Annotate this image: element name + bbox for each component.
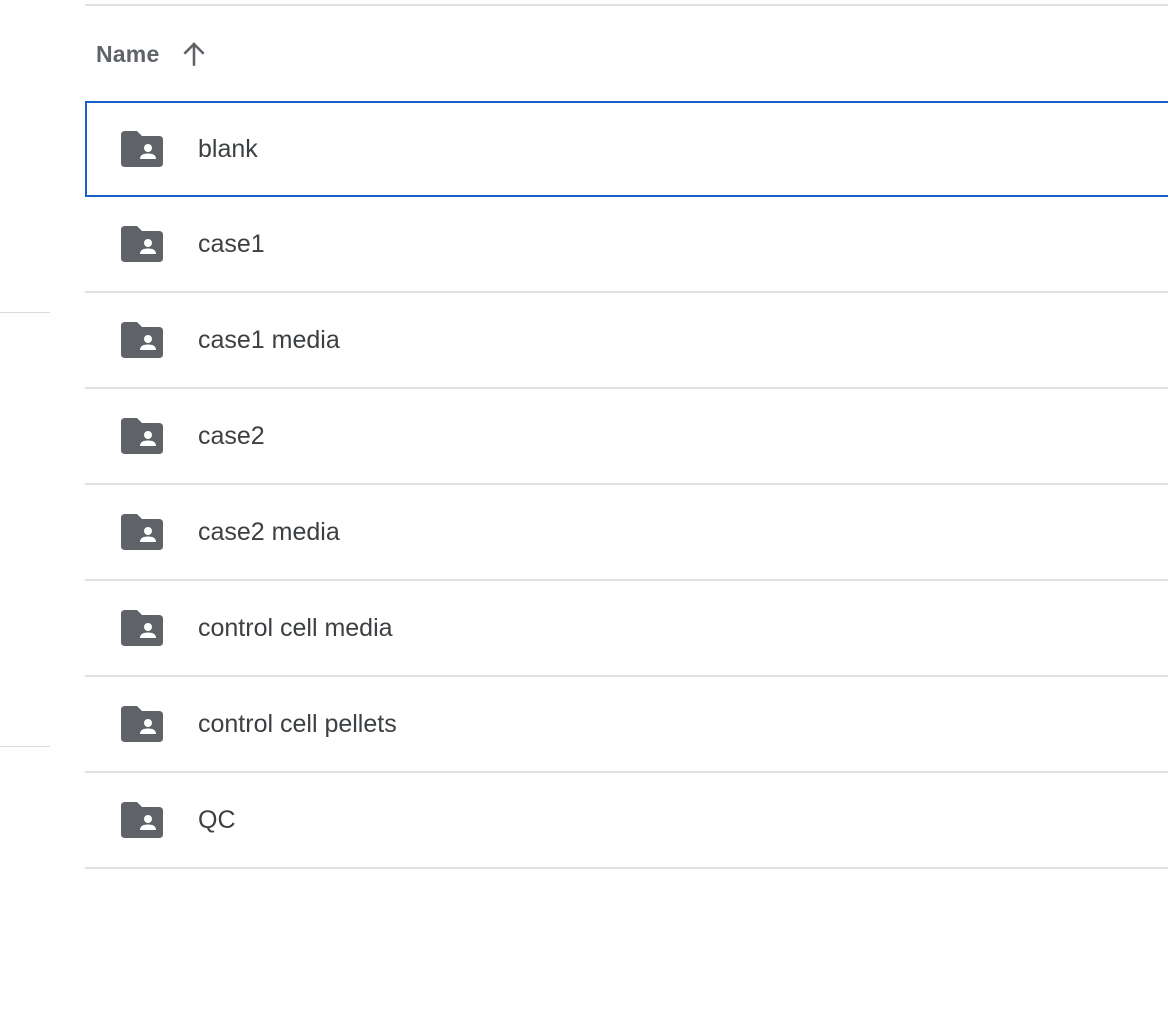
- folder-row[interactable]: case2 media: [85, 485, 1168, 581]
- shared-folder-icon: [121, 514, 163, 550]
- folder-row[interactable]: QC: [85, 773, 1168, 869]
- sidebar-divider: [0, 312, 50, 313]
- folder-name: QC: [198, 805, 236, 834]
- folder-name: blank: [198, 134, 258, 163]
- folder-row[interactable]: case2: [85, 389, 1168, 485]
- shared-folder-icon: [121, 610, 163, 646]
- folder-row[interactable]: control cell media: [85, 581, 1168, 677]
- folder-name: case2 media: [198, 517, 340, 546]
- list-header: Name: [85, 6, 1168, 102]
- folder-row[interactable]: case1: [85, 197, 1168, 293]
- folder-row[interactable]: control cell pellets: [85, 677, 1168, 773]
- sort-button[interactable]: [177, 37, 211, 71]
- file-rows: blank case1 case1 media case2 case2 medi…: [85, 101, 1168, 869]
- shared-folder-icon: [121, 226, 163, 262]
- sidebar-divider: [0, 746, 50, 747]
- shared-folder-icon: [121, 802, 163, 838]
- folder-row[interactable]: case1 media: [85, 293, 1168, 389]
- shared-folder-icon: [121, 322, 163, 358]
- folder-name: case1: [198, 229, 265, 258]
- shared-folder-icon: [121, 418, 163, 454]
- folder-name: control cell pellets: [198, 709, 397, 738]
- folder-row[interactable]: blank: [85, 101, 1168, 197]
- shared-folder-icon: [121, 706, 163, 742]
- name-column-header[interactable]: Name: [96, 41, 159, 68]
- folder-name: case2: [198, 421, 265, 450]
- folder-name: control cell media: [198, 613, 393, 642]
- file-list: Name blank case1 case1 media case2 case2: [85, 6, 1168, 869]
- folder-name: case1 media: [198, 325, 340, 354]
- arrow-up-icon: [183, 42, 206, 66]
- shared-folder-icon: [121, 131, 163, 167]
